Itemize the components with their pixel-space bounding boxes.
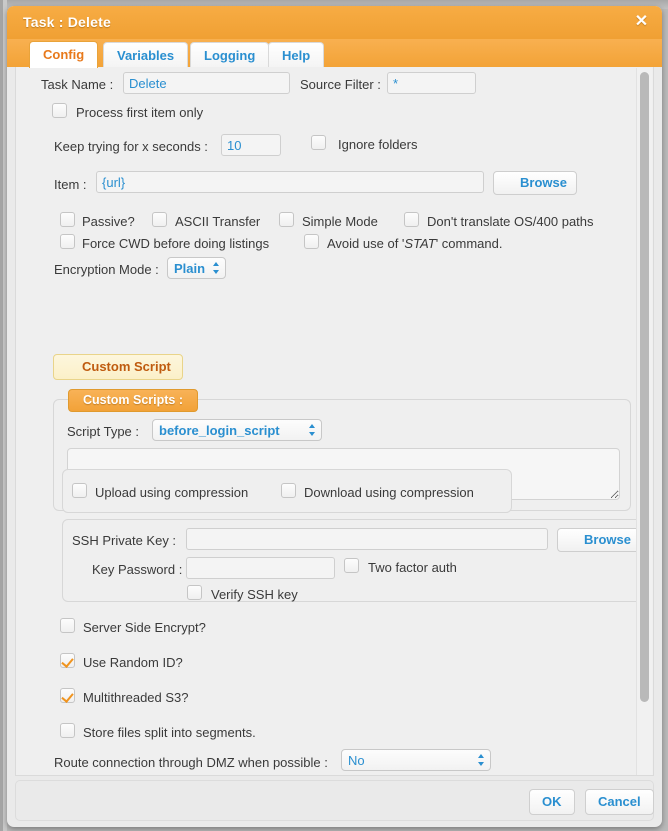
avoid-stat-checkbox[interactable] bbox=[304, 234, 319, 249]
multithreaded-s3-checkbox[interactable] bbox=[60, 688, 75, 703]
two-factor-auth-label: Two factor auth bbox=[368, 560, 457, 575]
tab-bar: Config Variables Logging Help bbox=[7, 39, 662, 68]
source-filter-input[interactable] bbox=[387, 72, 476, 94]
download-compression-label: Download using compression bbox=[304, 485, 474, 500]
ascii-transfer-label: ASCII Transfer bbox=[175, 214, 261, 229]
cancel-button[interactable]: Cancel bbox=[585, 789, 654, 815]
item-input[interactable] bbox=[96, 171, 484, 193]
ssh-private-key-input[interactable] bbox=[186, 528, 548, 550]
avoid-stat-label: Avoid use of 'STAT' command. bbox=[327, 236, 503, 251]
store-split-segments-label: Store files split into segments. bbox=[83, 725, 256, 740]
tab-variables[interactable]: Variables bbox=[103, 42, 189, 67]
server-side-encrypt-label: Server Side Encrypt? bbox=[83, 620, 206, 635]
passive-label: Passive? bbox=[82, 214, 135, 229]
close-icon[interactable]: ✕ bbox=[633, 13, 650, 30]
passive-checkbox[interactable] bbox=[60, 212, 75, 227]
force-cwd-checkbox[interactable] bbox=[60, 234, 75, 249]
use-random-id-checkbox[interactable] bbox=[60, 653, 75, 668]
custom-script-button[interactable]: Custom Script bbox=[53, 354, 183, 380]
verify-ssh-key-label: Verify SSH key bbox=[211, 587, 298, 602]
ascii-transfer-checkbox[interactable] bbox=[152, 212, 167, 227]
simple-mode-label: Simple Mode bbox=[302, 214, 378, 229]
tab-config[interactable]: Config bbox=[29, 41, 99, 68]
dialog-footer: OK Cancel bbox=[15, 780, 654, 821]
no-translate-os400-checkbox[interactable] bbox=[404, 212, 419, 227]
task-dialog: Task : Delete ✕ Config Variables Logging… bbox=[7, 6, 662, 827]
script-type-label: Script Type : bbox=[67, 424, 140, 439]
scrollbar-thumb[interactable] bbox=[640, 72, 649, 702]
upload-compression-label: Upload using compression bbox=[95, 485, 249, 500]
script-type-select-wrap: before_login_script bbox=[152, 419, 322, 441]
task-name-input[interactable] bbox=[123, 72, 290, 94]
ssh-browse-button[interactable]: Browse bbox=[557, 528, 641, 552]
encryption-mode-select[interactable]: Plain bbox=[167, 257, 226, 279]
encryption-mode-select-wrap: Plain bbox=[167, 257, 226, 279]
two-factor-auth-checkbox[interactable] bbox=[344, 558, 359, 573]
download-compression-checkbox[interactable] bbox=[281, 483, 296, 498]
custom-scripts-legend: Custom Scripts : bbox=[68, 389, 199, 412]
encryption-mode-label: Encryption Mode : bbox=[54, 262, 159, 277]
item-browse-button[interactable]: Browse bbox=[493, 171, 577, 195]
ok-button[interactable]: OK bbox=[529, 789, 575, 815]
keep-trying-input[interactable] bbox=[221, 134, 281, 156]
tab-help[interactable]: Help bbox=[268, 42, 325, 67]
no-translate-os400-label: Don't translate OS/400 paths bbox=[427, 214, 594, 229]
process-first-item-checkbox[interactable] bbox=[52, 103, 67, 118]
compression-fieldset: Upload using compression Download using … bbox=[62, 469, 512, 513]
keep-trying-label: Keep trying for x seconds : bbox=[54, 139, 208, 154]
item-label: Item : bbox=[54, 177, 87, 192]
dialog-titlebar[interactable]: Task : Delete ✕ bbox=[7, 6, 662, 40]
source-filter-label: Source Filter : bbox=[300, 77, 381, 92]
tab-logging[interactable]: Logging bbox=[190, 42, 270, 67]
force-cwd-label: Force CWD before doing listings bbox=[82, 236, 270, 251]
verify-ssh-key-checkbox[interactable] bbox=[187, 585, 202, 600]
dmz-select-wrap: NoYes bbox=[341, 749, 491, 771]
ignore-folders-checkbox[interactable] bbox=[311, 135, 326, 150]
config-panel-scrollbar[interactable] bbox=[636, 68, 652, 775]
dmz-label: Route connection through DMZ when possib… bbox=[54, 755, 328, 770]
key-password-input[interactable] bbox=[186, 557, 335, 579]
process-first-item-label: Process first item only bbox=[76, 105, 204, 120]
task-name-label: Task Name : bbox=[41, 77, 114, 92]
dmz-select[interactable]: NoYes bbox=[341, 749, 491, 771]
store-split-segments-checkbox[interactable] bbox=[60, 723, 75, 738]
script-type-select[interactable]: before_login_script bbox=[152, 419, 322, 441]
key-password-label: Key Password : bbox=[92, 562, 183, 577]
use-random-id-label: Use Random ID? bbox=[83, 655, 183, 670]
server-side-encrypt-checkbox[interactable] bbox=[60, 618, 75, 633]
ssh-fieldset: SSH Private Key : Browse Key Password : … bbox=[62, 519, 642, 602]
simple-mode-checkbox[interactable] bbox=[279, 212, 294, 227]
background-page-left-edge bbox=[0, 0, 7, 831]
ignore-folders-label: Ignore folders bbox=[338, 137, 418, 152]
ssh-private-key-label: SSH Private Key : bbox=[72, 533, 177, 548]
multithreaded-s3-label: Multithreaded S3? bbox=[83, 690, 189, 705]
dialog-title: Task : Delete bbox=[23, 14, 111, 30]
upload-compression-checkbox[interactable] bbox=[72, 483, 87, 498]
config-panel: Task Name : Source Filter : Process firs… bbox=[15, 67, 654, 776]
